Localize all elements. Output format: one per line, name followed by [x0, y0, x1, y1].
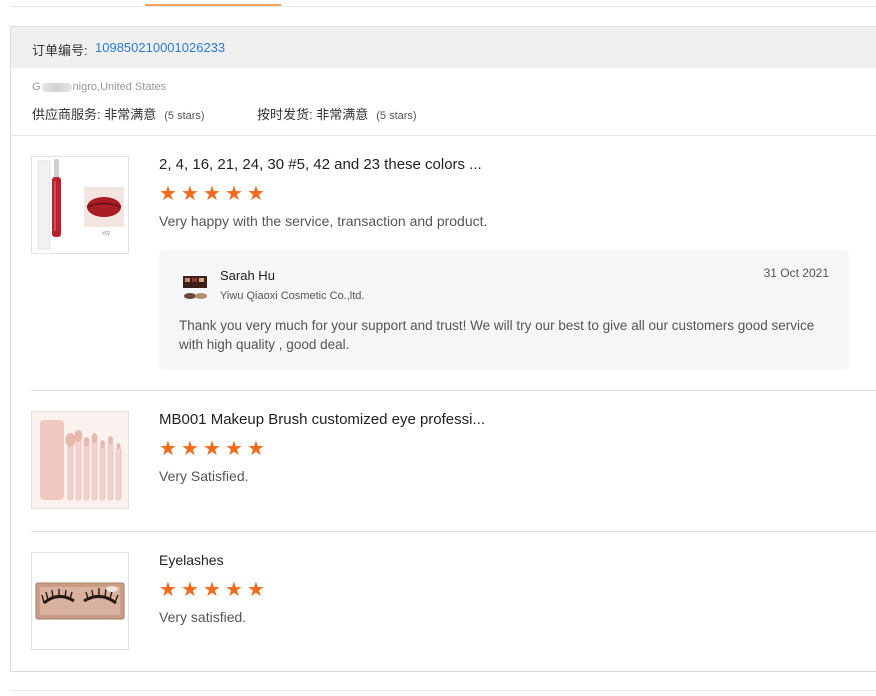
star-icon: ★ [203, 438, 221, 460]
rating-stars: ★ ★ ★ ★ ★ [159, 438, 265, 460]
rating-stars: ★ ★ ★ ★ ★ [159, 183, 265, 205]
rating-stars: ★ ★ ★ ★ ★ [159, 579, 265, 601]
star-icon: ★ [225, 579, 243, 601]
product-title[interactable]: Eyelashes [159, 552, 224, 568]
supplier-company[interactable]: Yiwu Qiaoxi Cosmetic Co.,ltd. [220, 290, 364, 302]
svg-text:#02: #02 [102, 231, 111, 237]
blurred-name-mask [41, 82, 72, 92]
order-number-link[interactable]: 109850210001026233 [95, 40, 225, 55]
summary-divider [11, 135, 876, 136]
tab-divider [10, 6, 876, 7]
star-icon: ★ [181, 579, 199, 601]
supplier-service-stars: (5 stars) [164, 110, 205, 122]
review-item: MB001 Makeup Brush customized eye profes… [31, 411, 876, 511]
item-divider [31, 390, 876, 391]
product-title[interactable]: 2, 4, 16, 21, 24, 30 #5, 42 and 23 these… [159, 156, 482, 173]
order-header: 订单编号: 109850210001026233 [11, 27, 876, 68]
star-icon: ★ [181, 438, 199, 460]
product-title[interactable]: MB001 Makeup Brush customized eye profes… [159, 411, 485, 428]
star-icon: ★ [225, 438, 243, 460]
buyer-location: Gnigro,United States [32, 81, 166, 93]
supplier-service-rating: 供应商服务: 非常满意 (5 stars) [32, 104, 205, 123]
on-time-label: 按时发货: 非常满意 [257, 107, 369, 122]
star-icon: ★ [181, 183, 199, 205]
supplier-reply: Sarah Hu Yiwu Qiaoxi Cosmetic Co.,ltd. 3… [159, 250, 849, 370]
reply-date: 31 Oct 2021 [763, 266, 829, 280]
star-icon: ★ [159, 438, 177, 460]
star-icon: ★ [159, 579, 177, 601]
star-icon: ★ [247, 183, 265, 205]
reply-text: Thank you very much for your support and… [179, 318, 815, 352]
supplier-name: Sarah Hu [220, 268, 275, 283]
star-icon: ★ [159, 183, 177, 205]
buyer-location-suffix: nigro,United States [72, 81, 167, 93]
star-icon: ★ [247, 579, 265, 601]
eyelashes-icon[interactable] [31, 552, 129, 650]
review-item: Eyelashes ★ ★ ★ ★ ★ Very satisfied. [31, 552, 876, 652]
buyer-location-prefix: G [32, 81, 41, 93]
review-item: #02 2, 4, 16, 21, 24, 30 #5, 42 and 23 t… [31, 156, 876, 386]
lip-gloss-icon[interactable]: #02 [31, 156, 129, 254]
star-icon: ★ [203, 579, 221, 601]
active-tab-underline [145, 4, 281, 6]
star-icon: ★ [247, 438, 265, 460]
supplier-service-label: 供应商服务: 非常满意 [32, 107, 157, 122]
review-comment: Very happy with the service, transaction… [159, 213, 488, 229]
star-icon: ★ [225, 183, 243, 205]
top-tab-strip [0, 0, 876, 8]
order-card: 订单编号: 109850210001026233 Gnigro,United S… [10, 26, 876, 672]
on-time-delivery-rating: 按时发货: 非常满意 (5 stars) [257, 104, 417, 123]
bottom-divider [10, 690, 876, 691]
star-icon: ★ [203, 183, 221, 205]
supplier-avatar [181, 272, 209, 302]
order-number-label: 订单编号: [32, 43, 88, 58]
on-time-stars: (5 stars) [376, 110, 417, 122]
makeup-brush-set-icon[interactable] [31, 411, 129, 509]
review-comment: Very satisfied. [159, 609, 247, 625]
item-divider [31, 531, 876, 532]
review-comment: Very Satisfied. [159, 468, 249, 484]
